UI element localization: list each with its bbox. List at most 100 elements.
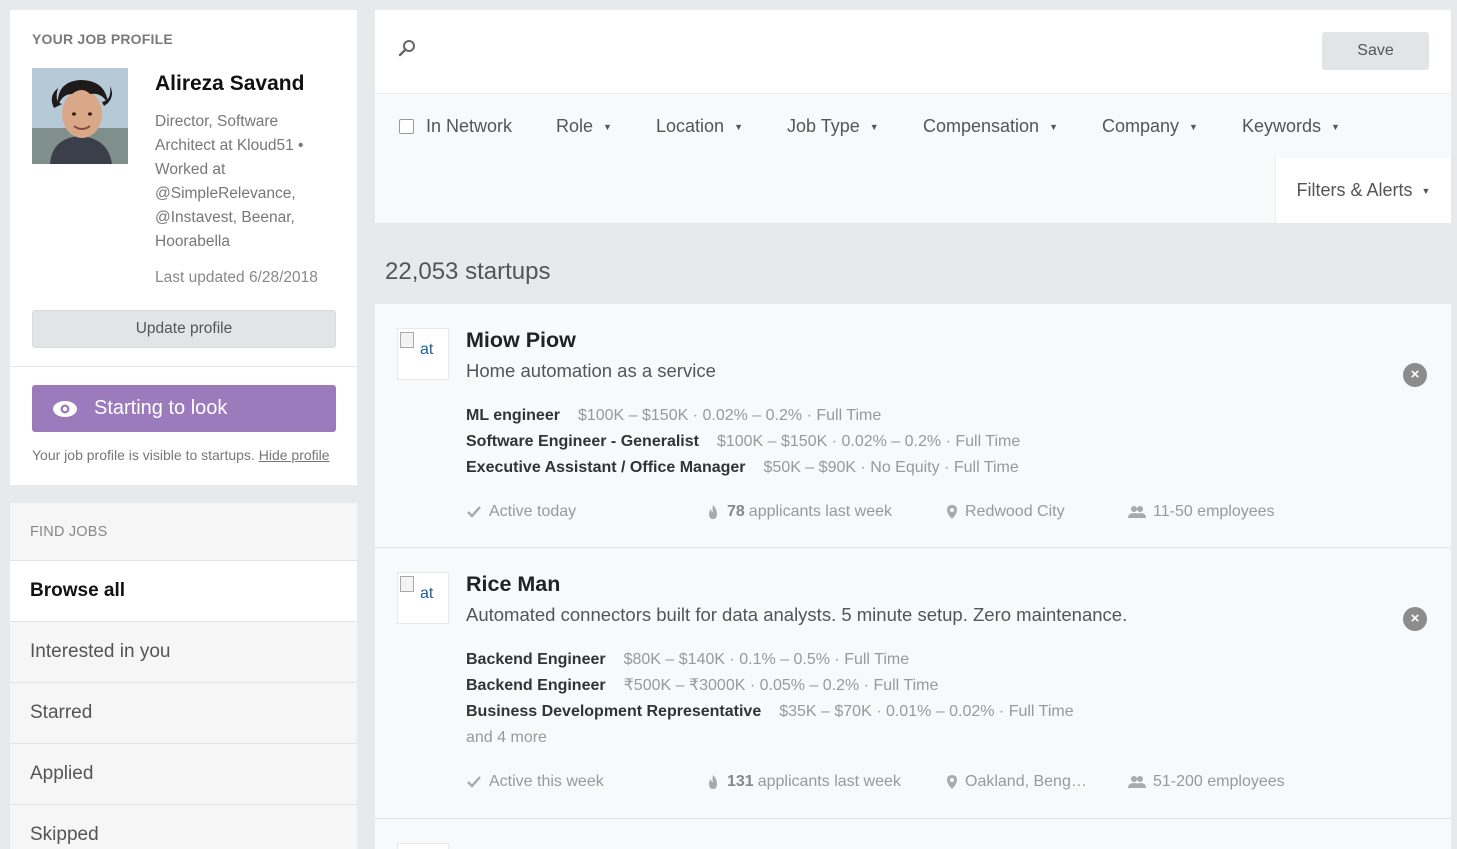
company-size: 51-200 employees	[1128, 773, 1285, 791]
eye-icon	[52, 400, 78, 418]
startup-meta: Active this week 131 applicants last wee…	[466, 773, 1285, 791]
role-filter[interactable]: Role ▼	[556, 116, 612, 137]
job-row[interactable]: Backend Engineer $80K – $140K · 0.1% – 0.…	[466, 647, 1074, 673]
job-details: $50K – $90K · No Equity · Full Time	[763, 459, 1019, 476]
job-profile-card: YOUR JOB PROFILE Alireza Savand Director…	[10, 10, 357, 485]
applicants-count: 131	[727, 773, 754, 790]
caret-down-icon: ▼	[1421, 185, 1431, 196]
startup-meta: Active today 78 applicants last week Red…	[466, 503, 1275, 521]
applicants-label: applicants last week	[757, 773, 901, 790]
job-type-filter[interactable]: Job Type ▼	[787, 116, 879, 137]
filter-bar: In Network Role ▼ Location ▼ Job Type ▼ Com…	[375, 94, 1451, 223]
caret-down-icon: ▼	[603, 121, 612, 132]
flame-icon	[706, 774, 720, 790]
size-label: 11-50 employees	[1153, 503, 1275, 520]
nav-item-skipped[interactable]: Skipped	[10, 804, 357, 849]
job-status-button[interactable]: Starting to look	[32, 385, 336, 432]
nav-item-starred[interactable]: Starred	[10, 682, 357, 743]
nav-item-applied[interactable]: Applied	[10, 743, 357, 804]
job-row[interactable]: Software Engineer - Generalist $100K – $1…	[466, 429, 1020, 455]
company-filter[interactable]: Company ▼	[1102, 116, 1198, 137]
activity-status: Active today	[466, 503, 706, 521]
job-row[interactable]: Backend Engineer ₹500K – ₹3000K · 0.05% –…	[466, 673, 1074, 699]
nav-item-browse-all[interactable]: Browse all	[10, 560, 357, 621]
profile-name: Alireza Savand	[155, 72, 305, 95]
startup-pitch: Automated connectors built for data anal…	[466, 604, 1128, 625]
results-count: 22,053 startups	[385, 258, 551, 285]
job-status-label: Starting to look	[94, 397, 228, 419]
job-details: $80K – $140K · 0.1% – 0.5% · Full Time	[623, 651, 910, 668]
search-input[interactable]	[425, 32, 1305, 68]
profile-last-updated: Last updated 6/28/2018	[155, 269, 318, 286]
filters-alerts-label: Filters & Alerts	[1296, 180, 1413, 200]
job-details: $100K – $150K · 0.02% – 0.2% · Full Time	[716, 433, 1021, 450]
applicants-label: applicants last week	[748, 503, 892, 520]
map-pin-icon	[946, 504, 958, 520]
job-title[interactable]: Business Development Representative	[466, 703, 761, 720]
broken-image-icon	[400, 332, 414, 348]
save-search-button[interactable]: Save	[1322, 32, 1429, 70]
find-jobs-card: FIND JOBS Browse all Interested in you S…	[10, 503, 357, 849]
startup-name[interactable]: Miow Piow	[466, 328, 576, 353]
caret-down-icon: ▼	[734, 121, 743, 132]
filters-alerts-button[interactable]: Filters & Alerts ▼	[1275, 158, 1451, 223]
avatar-image-icon	[32, 68, 128, 164]
applicants-stat: 131 applicants last week	[706, 773, 946, 791]
hide-profile-link[interactable]: Hide profile	[259, 447, 330, 463]
startup-name[interactable]: Rice Man	[466, 572, 560, 597]
nav-item-interested-in-you[interactable]: Interested in you	[10, 621, 357, 682]
job-list: ML engineer $100K – $150K · 0.02% – 0.2% …	[466, 403, 1020, 481]
broken-image-icon	[400, 576, 414, 592]
location-filter[interactable]: Location ▼	[656, 116, 743, 137]
compensation-filter[interactable]: Compensation ▼	[923, 116, 1058, 137]
activity-label: Active this week	[489, 773, 604, 790]
job-title[interactable]: Executive Assistant / Office Manager	[466, 459, 746, 476]
in-network-label: In Network	[426, 116, 513, 136]
job-details: ₹500K – ₹3000K · 0.05% – 0.2% · Full Tim…	[623, 677, 939, 694]
applicants-stat: 78 applicants last week	[706, 503, 946, 521]
job-title[interactable]: ML engineer	[466, 407, 560, 424]
location-label: Oakland, Beng…	[965, 773, 1087, 790]
job-details: $100K – $150K · 0.02% – 0.2% · Full Time	[577, 407, 882, 424]
startup-logo[interactable]: at	[397, 328, 449, 380]
job-title[interactable]: Backend Engineer	[466, 677, 606, 694]
caret-down-icon: ▼	[1189, 121, 1198, 132]
startup-card[interactable]: at Rice Man Automated connectors built f…	[375, 548, 1451, 819]
startup-logo[interactable]: at	[397, 572, 449, 624]
visibility-note-text: Your job profile is visible to startups.	[32, 447, 255, 463]
caret-down-icon: ▼	[1331, 121, 1340, 132]
startup-pitch: Home automation as a service	[466, 360, 716, 381]
visibility-note: Your job profile is visible to startups.…	[32, 447, 330, 463]
dismiss-icon[interactable]: ×	[1403, 607, 1427, 631]
startup-location: Oakland, Beng…	[946, 773, 1128, 791]
keywords-filter[interactable]: Keywords ▼	[1242, 116, 1340, 137]
in-network-checkbox[interactable]	[399, 119, 414, 134]
keywords-filter-label: Keywords	[1242, 116, 1322, 136]
in-network-filter[interactable]: In Network	[399, 116, 512, 137]
startup-card[interactable]	[375, 819, 1451, 849]
update-profile-button[interactable]: Update profile	[32, 310, 336, 348]
divider	[10, 366, 357, 367]
activity-label: Active today	[489, 503, 577, 520]
dismiss-icon[interactable]: ×	[1403, 363, 1427, 387]
location-label: Redwood City	[965, 503, 1065, 520]
startup-card[interactable]: at Miow Piow Home automation as a servic…	[375, 304, 1451, 548]
check-icon	[466, 775, 482, 789]
startup-logo[interactable]	[397, 843, 449, 849]
job-details: $35K – $70K · 0.01% – 0.02% · Full Time	[779, 703, 1074, 720]
job-title[interactable]: Software Engineer - Generalist	[466, 433, 699, 450]
startup-logo-alt: at	[420, 341, 434, 358]
people-icon	[1128, 775, 1146, 789]
avatar[interactable]	[32, 68, 128, 164]
job-row[interactable]: Business Development Representative $35K …	[466, 699, 1074, 725]
job-title[interactable]: Backend Engineer	[466, 651, 606, 668]
applicants-count: 78	[727, 503, 745, 520]
job-row[interactable]: Executive Assistant / Office Manager $50K…	[466, 455, 1020, 481]
job-row[interactable]: ML engineer $100K – $150K · 0.02% – 0.2% …	[466, 403, 1020, 429]
job-list: Backend Engineer $80K – $140K · 0.1% – 0.…	[466, 647, 1074, 751]
compensation-filter-label: Compensation	[923, 116, 1040, 136]
profile-bio: Director, Software Architect at Kloud51 …	[155, 113, 304, 250]
more-jobs-link[interactable]: and 4 more	[466, 725, 1074, 751]
role-filter-label: Role	[556, 116, 594, 136]
size-label: 51-200 employees	[1153, 773, 1285, 790]
